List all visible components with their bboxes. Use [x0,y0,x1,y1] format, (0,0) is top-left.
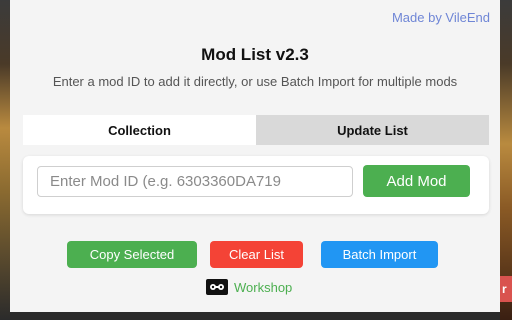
made-by-link[interactable]: Made by VileEnd [392,10,490,25]
background-side-tag: r [500,276,512,302]
page-title: Mod List v2.3 [201,45,309,64]
batch-import-button[interactable]: Batch Import [321,241,438,268]
add-mod-card: Add Mod [23,156,489,214]
page-subtitle: Enter a mod ID to add it directly, or us… [52,74,458,89]
background-left-strip [0,0,10,320]
clear-list-button[interactable]: Clear List [210,241,303,268]
mod-id-input[interactable] [37,166,353,197]
tab-update-list[interactable]: Update List [256,115,489,145]
tab-bar: Collection Update List [23,115,489,145]
workshop-label: Workshop [234,279,293,295]
mod-list-popup: Made by VileEnd Mod List v2.3 Enter a mo… [10,0,500,312]
tab-collection[interactable]: Collection [23,115,256,145]
copy-selected-button[interactable]: Copy Selected [67,241,197,268]
background-right-strip [500,0,512,320]
add-mod-button[interactable]: Add Mod [363,165,470,197]
steam-workshop-icon [206,279,228,295]
workshop-link[interactable]: Workshop [206,277,292,297]
